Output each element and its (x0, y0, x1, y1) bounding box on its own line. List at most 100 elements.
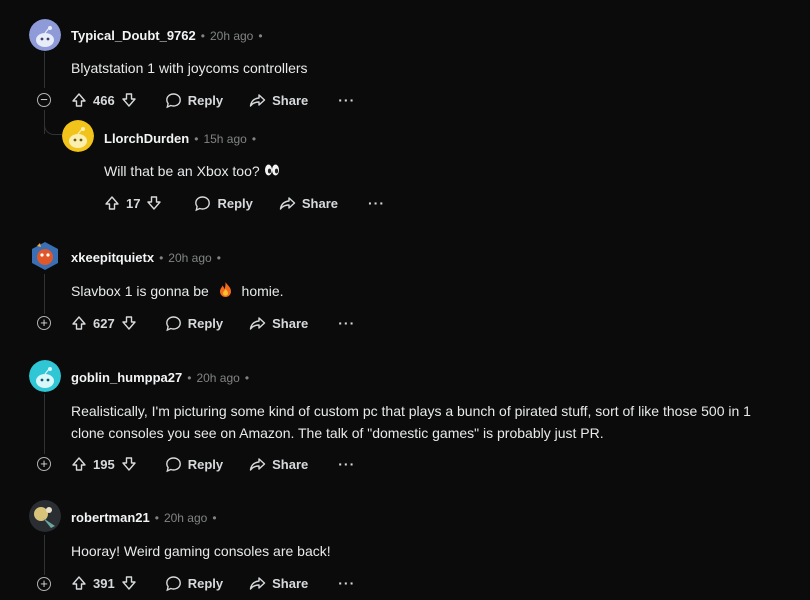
vote-count: 627 (93, 315, 115, 331)
reply-icon (195, 195, 211, 211)
reply-connector (44, 118, 63, 135)
comment-text-end: homie. (241, 283, 284, 299)
collapse-thread-button[interactable]: − (37, 93, 51, 107)
timestamp[interactable]: 20h ago (196, 371, 239, 385)
username[interactable]: Typical_Doubt_9762 (71, 28, 196, 43)
share-label: Share (301, 195, 339, 211)
expand-thread-button[interactable]: + (37, 316, 51, 330)
upvote-button[interactable] (104, 195, 120, 211)
expand-thread-button[interactable]: + (37, 457, 51, 471)
share-icon (249, 576, 266, 590)
thread-line (44, 52, 45, 88)
avatar[interactable] (62, 120, 94, 152)
upvote-icon (105, 196, 119, 210)
custom-avatar-icon (29, 500, 61, 532)
separator-dot: • (258, 28, 263, 43)
vote-count: 195 (93, 456, 115, 472)
separator-dot: • (212, 510, 217, 525)
reply-button[interactable]: Reply (165, 315, 223, 332)
reply-button[interactable]: Reply (165, 456, 223, 473)
share-label: Share (272, 92, 309, 108)
comment-actions: 17 Reply Share ··· (104, 192, 385, 214)
share-icon (249, 457, 266, 471)
separator-dot: • (244, 370, 250, 385)
comment-actions: 627 Reply Share ··· (71, 312, 355, 334)
avatar[interactable] (29, 360, 61, 392)
timestamp[interactable]: 20h ago (210, 29, 253, 43)
comment-body: Will that be an Xbox too? (104, 160, 280, 183)
snoo-avatar-icon (29, 360, 61, 392)
thread-line (44, 394, 45, 454)
reply-label: Reply (217, 195, 253, 211)
more-options-button[interactable]: ··· (338, 575, 355, 591)
share-button[interactable]: Share (249, 92, 308, 109)
reply-button[interactable]: Reply (194, 195, 253, 212)
vote-count: 466 (93, 92, 115, 108)
comment-body: Hooray! Weird gaming consoles are back! (71, 543, 331, 559)
timestamp[interactable]: 20h ago (164, 511, 207, 525)
username[interactable]: robertman21 (71, 510, 150, 525)
snoo-avatar-icon (29, 19, 61, 51)
snoo-avatar-icon (62, 120, 94, 152)
separator-dot: • (216, 250, 221, 265)
comment-body: Blyatstation 1 with joycoms controllers (71, 60, 308, 76)
comment-actions: 195 Reply Share ··· (71, 453, 355, 475)
reply-label: Reply (187, 315, 224, 331)
avatar[interactable] (29, 240, 61, 272)
reply-icon (165, 315, 181, 331)
downvote-button[interactable] (121, 92, 137, 108)
username[interactable]: goblin_humppa27 (71, 370, 182, 385)
downvote-button[interactable] (121, 575, 137, 591)
username[interactable]: xkeepitquietx (71, 250, 154, 265)
comment-body: Realistically, I'm picturing some kind o… (71, 400, 806, 444)
avatar[interactable] (29, 500, 61, 532)
comment-meta: Typical_Doubt_9762 • 20h ago • (71, 28, 268, 43)
upvote-button[interactable] (71, 575, 87, 591)
comment-actions: 391 Reply Share ··· (71, 572, 355, 594)
comment-meta: xkeepitquietx • 20h ago • (71, 250, 226, 265)
reply-icon (165, 456, 181, 472)
share-button[interactable]: Share (249, 315, 308, 332)
custom-avatar-icon (32, 242, 58, 270)
share-button[interactable]: Share (249, 575, 308, 592)
username[interactable]: LlorchDurden (104, 131, 189, 146)
share-label: Share (272, 575, 309, 591)
downvote-button[interactable] (121, 315, 137, 331)
separator-dot: • (187, 370, 192, 385)
upvote-button[interactable] (71, 315, 87, 331)
comment-body: Slavbox 1 is gonna be homie. (71, 280, 284, 303)
separator-dot: • (159, 250, 164, 265)
reply-icon (165, 575, 181, 591)
downvote-icon (122, 316, 136, 330)
downvote-icon (122, 93, 136, 107)
upvote-icon (72, 93, 86, 107)
eyes-emoji-icon (264, 161, 280, 183)
reply-button[interactable]: Reply (165, 575, 223, 592)
share-button[interactable]: Share (249, 456, 308, 473)
upvote-button[interactable] (71, 456, 87, 472)
upvote-button[interactable] (71, 92, 87, 108)
reply-label: Reply (187, 575, 224, 591)
reply-icon (165, 92, 181, 108)
share-icon (279, 196, 296, 210)
comment-meta: goblin_humppa27 • 20h ago • (71, 370, 254, 385)
comment-meta: robertman21 • 20h ago • (71, 510, 222, 525)
more-options-button[interactable]: ··· (338, 92, 355, 108)
upvote-icon (72, 576, 86, 590)
comment-actions: 466 Reply Share ··· (71, 89, 355, 111)
more-options-button[interactable]: ··· (338, 315, 355, 331)
vote-count: 17 (126, 195, 141, 211)
timestamp[interactable]: 15h ago (203, 132, 246, 146)
timestamp[interactable]: 20h ago (168, 251, 211, 265)
reply-button[interactable]: Reply (165, 92, 223, 109)
more-options-button[interactable]: ··· (368, 195, 385, 211)
downvote-button[interactable] (146, 195, 162, 211)
share-button[interactable]: Share (279, 195, 338, 212)
avatar[interactable] (29, 19, 61, 51)
share-icon (249, 316, 266, 330)
downvote-button[interactable] (121, 456, 137, 472)
more-options-button[interactable]: ··· (338, 456, 355, 472)
expand-thread-button[interactable]: + (37, 577, 51, 591)
reply-label: Reply (187, 456, 224, 472)
comment-text-line: clone consoles you see on Amazon. The ta… (71, 425, 604, 441)
